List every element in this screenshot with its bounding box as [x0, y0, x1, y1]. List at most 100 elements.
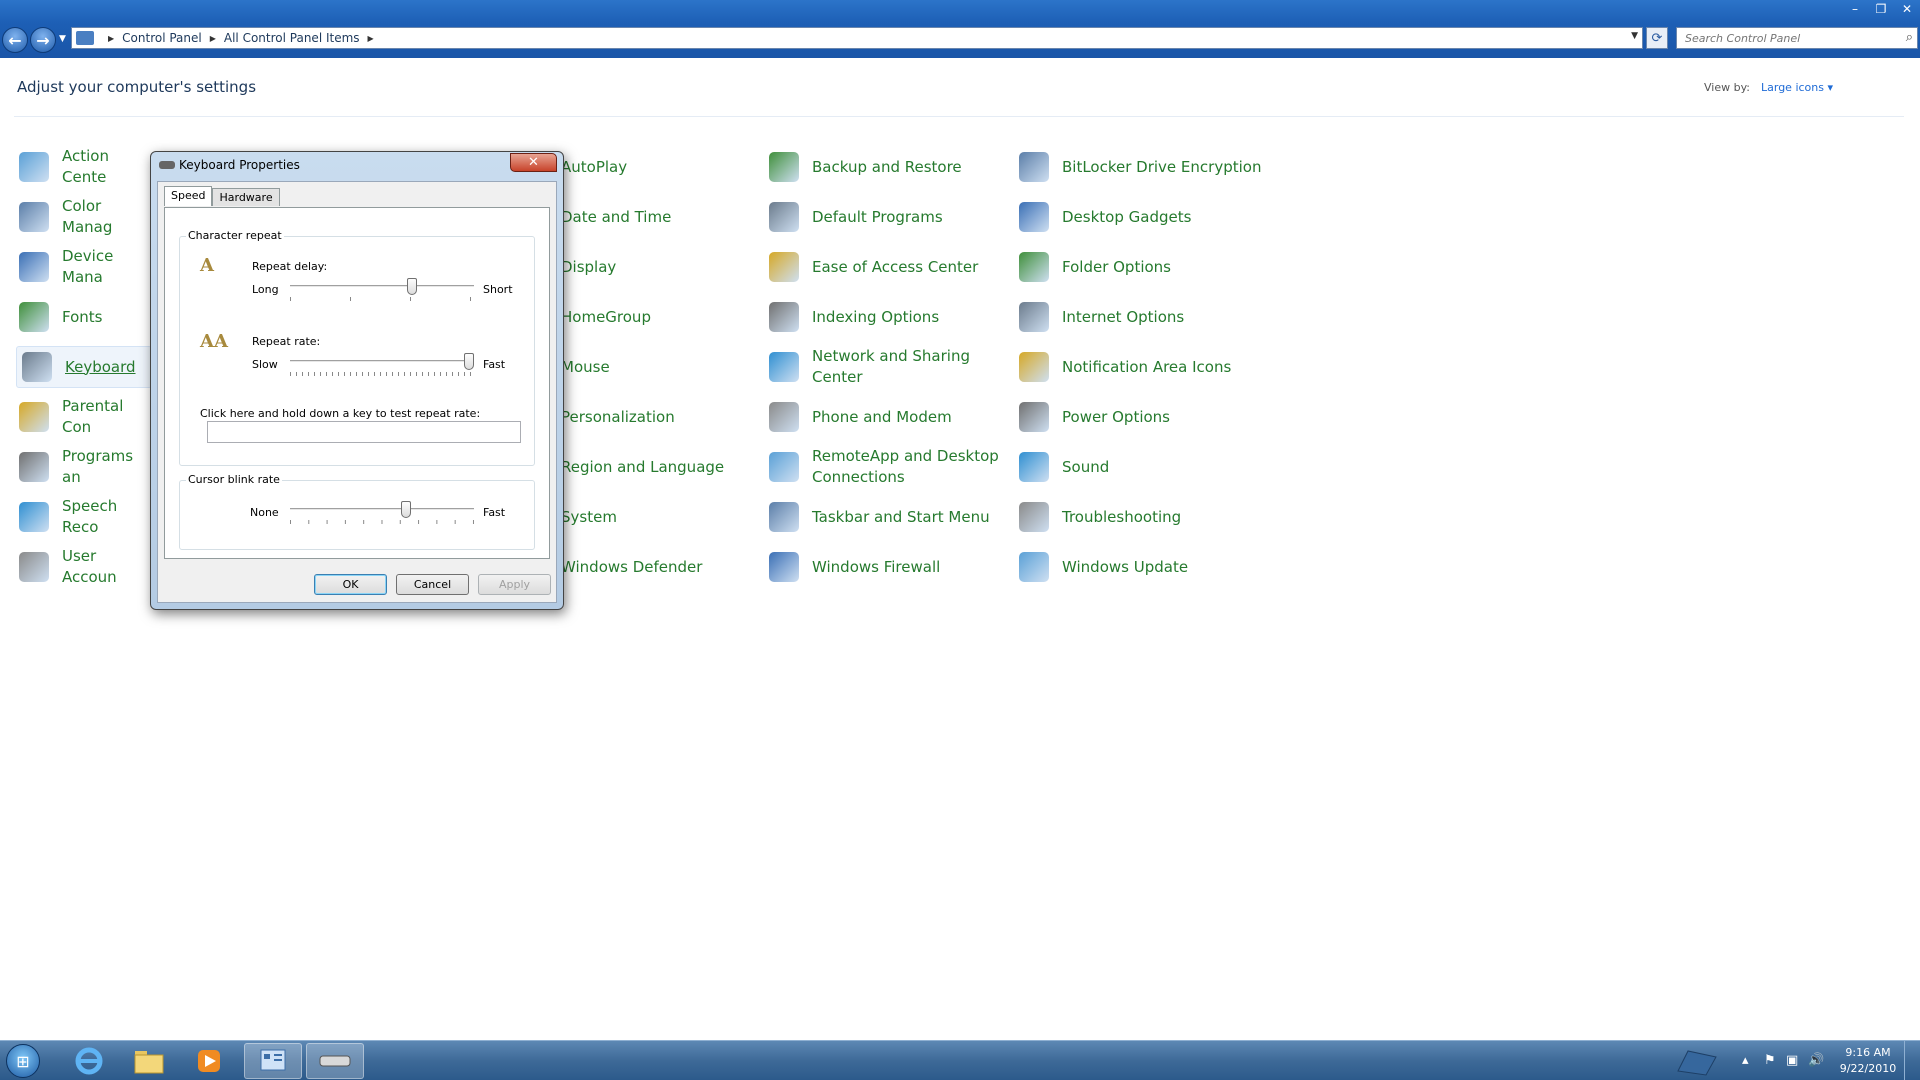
breadcrumb-separator-icon: ▶	[108, 33, 115, 43]
slider-ticks	[290, 297, 474, 301]
volume-icon[interactable]: 🔊	[1808, 1053, 1824, 1068]
control-panel-item-fonts[interactable]: Fonts	[16, 296, 152, 338]
control-panel-item-notification-area-icons[interactable]: Notification Area Icons	[1016, 346, 1276, 388]
start-button[interactable]: ⊞	[6, 1044, 40, 1078]
control-panel-item-remoteapp-and-desktop-connections[interactable]: RemoteApp and Desktop Connections	[766, 446, 1006, 488]
control-panel-item-folder-options[interactable]: Folder Options	[1016, 246, 1276, 288]
icon-shape	[1019, 352, 1049, 382]
address-bar[interactable]: ▶ Control Panel ▶ All Control Panel Items…	[71, 27, 1643, 49]
control-panel-item-backup-and-restore[interactable]: Backup and Restore	[766, 146, 1006, 188]
control-panel-item-user-accoun[interactable]: User Accoun	[16, 546, 152, 588]
icon-shape	[769, 302, 799, 332]
taskbar-keyboard-properties[interactable]	[306, 1043, 364, 1079]
search-input[interactable]	[1677, 31, 1887, 45]
control-panel-item-label: Notification Area Icons	[1062, 357, 1232, 376]
speed-tab-panel: Character repeat A Repeat delay: Long Sh…	[164, 207, 550, 559]
breadcrumb-separator-icon[interactable]: ▶	[210, 34, 216, 43]
breadcrumb-all-items[interactable]: All Control Panel Items ▶	[224, 31, 382, 45]
control-panel-item-label: Personalization	[561, 407, 675, 426]
taskbar-internet-explorer[interactable]	[60, 1043, 118, 1079]
breadcrumb-label: Control Panel	[122, 31, 202, 45]
control-panel-item-label: Mouse	[561, 357, 610, 376]
back-button[interactable]: ←	[2, 27, 28, 53]
tab-speed[interactable]: Speed	[164, 186, 213, 206]
control-panel-item-keyboard[interactable]: Keyboard	[16, 346, 152, 388]
control-panel-item-phone-and-modem[interactable]: Phone and Modem	[766, 396, 1006, 438]
icon-shape	[769, 352, 799, 382]
desktop-gadgets-icon	[1016, 199, 1052, 235]
repeat-delay-slider-thumb[interactable]	[407, 278, 417, 295]
icon-shape	[769, 152, 799, 182]
control-panel-item-troubleshooting[interactable]: Troubleshooting	[1016, 496, 1276, 538]
cursor-blink-slider-thumb[interactable]	[401, 501, 411, 518]
dialog-close-button[interactable]: ✕	[510, 153, 557, 172]
control-panel-item-network-and-sharing-center[interactable]: Network and Sharing Center	[766, 346, 1006, 388]
forward-button[interactable]: →	[30, 27, 56, 53]
control-panel-item-parental-con[interactable]: Parental Con	[16, 396, 152, 438]
control-panel-item-internet-options[interactable]: Internet Options	[1016, 296, 1276, 338]
icon-shape	[22, 352, 52, 382]
refresh-button[interactable]: ⟳	[1646, 27, 1668, 49]
repeat-delay-max-label: Short	[483, 283, 513, 296]
control-panel-item-ease-of-access-center[interactable]: Ease of Access Center	[766, 246, 1006, 288]
repeat-delay-min-label: Long	[252, 283, 279, 296]
control-panel-item-label: Power Options	[1062, 407, 1170, 426]
control-panel-item-label: Windows Firewall	[812, 557, 941, 576]
repeat-rate-slider-thumb[interactable]	[464, 353, 474, 370]
breadcrumb-control-panel[interactable]: Control Panel ▶	[122, 31, 224, 45]
control-panel-item-taskbar-and-start-menu[interactable]: Taskbar and Start Menu	[766, 496, 1006, 538]
control-panel-item-desktop-gadgets[interactable]: Desktop Gadgets	[1016, 196, 1276, 238]
control-panel-item-windows-firewall[interactable]: Windows Firewall	[766, 546, 1006, 588]
indexing-options-icon	[766, 299, 802, 335]
close-button[interactable]: ✕	[1894, 0, 1920, 18]
repeat-rate-slider[interactable]	[290, 353, 474, 376]
keyboard-icon	[319, 1055, 351, 1067]
view-by-dropdown[interactable]: Large icons ▾	[1761, 81, 1833, 94]
ease-of-access-center-icon	[766, 249, 802, 285]
restore-button[interactable]: ❐	[1868, 0, 1894, 18]
taskbar-control-panel[interactable]	[244, 1043, 302, 1079]
taskbar-explorer[interactable]	[120, 1043, 178, 1079]
control-panel-item-label: Taskbar and Start Menu	[812, 507, 990, 526]
repeat-delay-slider[interactable]	[290, 278, 474, 301]
search-icon[interactable]: ⌕	[1906, 30, 1913, 45]
search-box[interactable]: ⌕	[1676, 27, 1918, 49]
repeat-rate-max-label: Fast	[483, 358, 506, 371]
tab-hardware[interactable]: Hardware	[212, 188, 280, 206]
system-clock[interactable]: 9:16 AM 9/22/2010	[1838, 1045, 1898, 1077]
icon-shape	[1019, 452, 1049, 482]
taskbar-media-player[interactable]	[180, 1043, 238, 1079]
cursor-blink-group: Cursor blink rate None Fast	[179, 473, 535, 550]
control-panel-item-windows-update[interactable]: Windows Update	[1016, 546, 1276, 588]
control-panel-item-sound[interactable]: Sound	[1016, 446, 1276, 488]
control-panel-item-programs-an[interactable]: Programs an	[16, 446, 152, 488]
control-panel-item-indexing-options[interactable]: Indexing Options	[766, 296, 1006, 338]
cursor-blink-slider[interactable]	[290, 501, 474, 524]
device-mana-icon	[16, 249, 52, 285]
control-panel-item-label: Fonts	[62, 307, 103, 326]
control-panel-item-bitlocker-drive-encryption[interactable]: BitLocker Drive Encryption	[1016, 146, 1276, 188]
speech-reco-icon	[16, 499, 52, 535]
language-bar-icon[interactable]	[1672, 1045, 1720, 1080]
control-panel-item-speech-reco[interactable]: Speech Reco	[16, 496, 152, 538]
breadcrumb-separator-icon[interactable]: ▶	[368, 34, 374, 43]
icon-shape	[1019, 252, 1049, 282]
control-panel-icon	[76, 31, 94, 45]
control-panel-item-power-options[interactable]: Power Options	[1016, 396, 1276, 438]
control-panel-item-label: Network and Sharing Center	[812, 347, 970, 386]
control-panel-item-default-programs[interactable]: Default Programs	[766, 196, 1006, 238]
test-repeat-input[interactable]	[207, 421, 521, 443]
history-dropdown-icon[interactable]: ▼	[59, 34, 66, 44]
apply-button[interactable]: Apply	[478, 574, 551, 595]
address-dropdown-icon[interactable]: ▼	[1631, 31, 1638, 41]
show-hidden-icons-button[interactable]: ▴	[1742, 1053, 1749, 1068]
show-desktop-button[interactable]	[1904, 1041, 1920, 1080]
ok-button[interactable]: OK	[314, 574, 387, 595]
control-panel-item-device-mana[interactable]: Device Mana	[16, 246, 152, 288]
action-center-flag-icon[interactable]: ⚑	[1764, 1053, 1776, 1068]
minimize-button[interactable]: –	[1842, 0, 1868, 18]
cancel-button[interactable]: Cancel	[396, 574, 469, 595]
network-icon[interactable]: ▣	[1786, 1053, 1798, 1068]
control-panel-item-color-manag[interactable]: Color Manag	[16, 196, 152, 238]
control-panel-item-action-cente[interactable]: Action Cente	[16, 146, 152, 188]
